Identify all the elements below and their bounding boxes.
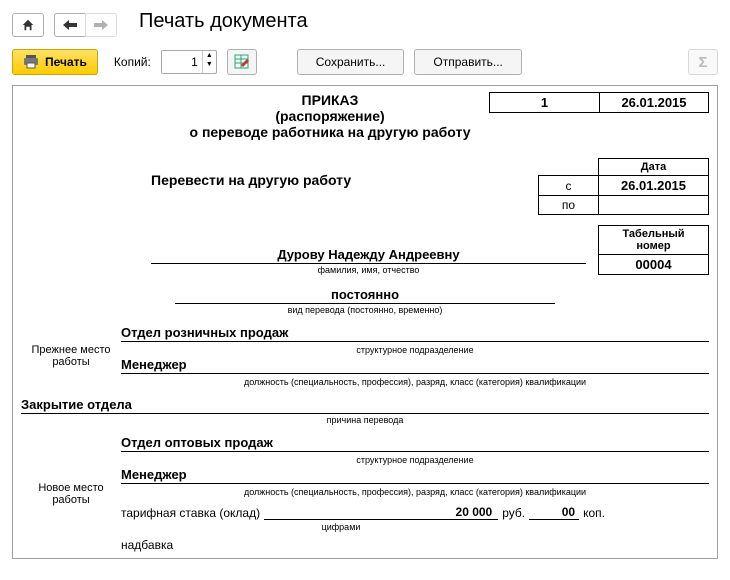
- copies-label: Копий:: [114, 55, 151, 69]
- sigma-icon: Σ: [698, 54, 707, 71]
- copies-input[interactable]: [162, 51, 202, 73]
- new-unit-caption: структурное подразделение: [121, 455, 709, 465]
- prev-place-label-1: Прежнее место: [25, 344, 117, 356]
- print-button[interactable]: Печать: [12, 49, 98, 75]
- employee-caption: фамилия, имя, отчество: [151, 265, 586, 275]
- addon-label: надбавка: [121, 538, 173, 552]
- doc-date: 26.01.2015: [599, 92, 709, 113]
- new-place-label-2: работы: [25, 494, 117, 506]
- print-button-label: Печать: [45, 55, 87, 69]
- spinner-up[interactable]: ▲: [203, 51, 216, 60]
- arrow-right-icon: [94, 20, 108, 30]
- template-editor-button[interactable]: [227, 49, 257, 75]
- spinner-down[interactable]: ▼: [203, 60, 216, 69]
- doc-heading-line3: о переводе работника на другую работу: [181, 124, 479, 140]
- send-button-label: Отправить...: [433, 55, 503, 69]
- transfer-kind-caption: вид перевода (постоянно, временно): [175, 305, 555, 315]
- copies-spinner[interactable]: ▲ ▼: [161, 50, 217, 74]
- transfer-dates-table: Дата с 26.01.2015 по: [538, 158, 709, 215]
- arrow-left-icon: [63, 20, 77, 30]
- sum-button[interactable]: Σ: [688, 49, 718, 75]
- prev-place-label-2: работы: [25, 356, 117, 368]
- tabel-label: Табельный номер: [599, 226, 709, 255]
- salary-rub: руб.: [502, 506, 525, 520]
- prev-position-caption: должность (специальность, профессия), ра…: [121, 377, 709, 387]
- salary-value: 20 000: [264, 505, 498, 520]
- window-title: Печать документа: [139, 6, 308, 43]
- kop-value: 00: [529, 505, 579, 520]
- prev-unit: Отдел розничных продаж: [121, 325, 709, 342]
- nav-forward-button[interactable]: [85, 13, 117, 37]
- save-button-label: Сохранить...: [316, 55, 386, 69]
- new-unit: Отдел оптовых продаж: [121, 435, 709, 452]
- transfer-from-label: с: [539, 176, 599, 196]
- transfer-date-header: Дата: [599, 159, 709, 176]
- transfer-to-label: по: [539, 196, 599, 215]
- transfer-reason-caption: причина перевода: [21, 415, 709, 425]
- doc-heading-line1: ПРИКАЗ: [181, 92, 479, 108]
- nav-back-button[interactable]: [54, 13, 85, 37]
- doc-heading-line2: (распоряжение): [181, 108, 479, 124]
- home-button[interactable]: [12, 13, 44, 37]
- transfer-label: Перевести на другую работу: [151, 158, 538, 188]
- tabel-table: Табельный номер 00004: [598, 225, 709, 275]
- document-viewport: ПРИКАЗ (распоряжение) о переводе работни…: [12, 85, 718, 559]
- prev-unit-caption: структурное подразделение: [121, 345, 709, 355]
- save-button[interactable]: Сохранить...: [297, 49, 405, 75]
- new-position-caption: должность (специальность, профессия), ра…: [121, 487, 709, 497]
- transfer-reason: Закрытие отдела: [21, 397, 709, 414]
- printer-icon: [23, 55, 39, 69]
- transfer-kind: постоянно: [175, 287, 555, 304]
- home-icon: [21, 18, 35, 32]
- transfer-to-date: [599, 196, 709, 215]
- new-place-label-1: Новое место: [25, 482, 117, 494]
- salary-caption: цифрами: [281, 522, 401, 532]
- transfer-from-date: 26.01.2015: [599, 176, 709, 196]
- send-button[interactable]: Отправить...: [414, 49, 522, 75]
- new-position: Менеджер: [121, 467, 709, 484]
- salary-label: тарифная ставка (оклад): [121, 506, 260, 520]
- grid-edit-icon: [234, 54, 250, 70]
- salary-kop: коп.: [583, 506, 605, 520]
- employee-name: Дурову Надежду Андреевну: [151, 247, 586, 264]
- tabel-value: 00004: [599, 255, 709, 275]
- doc-number: 1: [489, 92, 599, 113]
- prev-position: Менеджер: [121, 357, 709, 374]
